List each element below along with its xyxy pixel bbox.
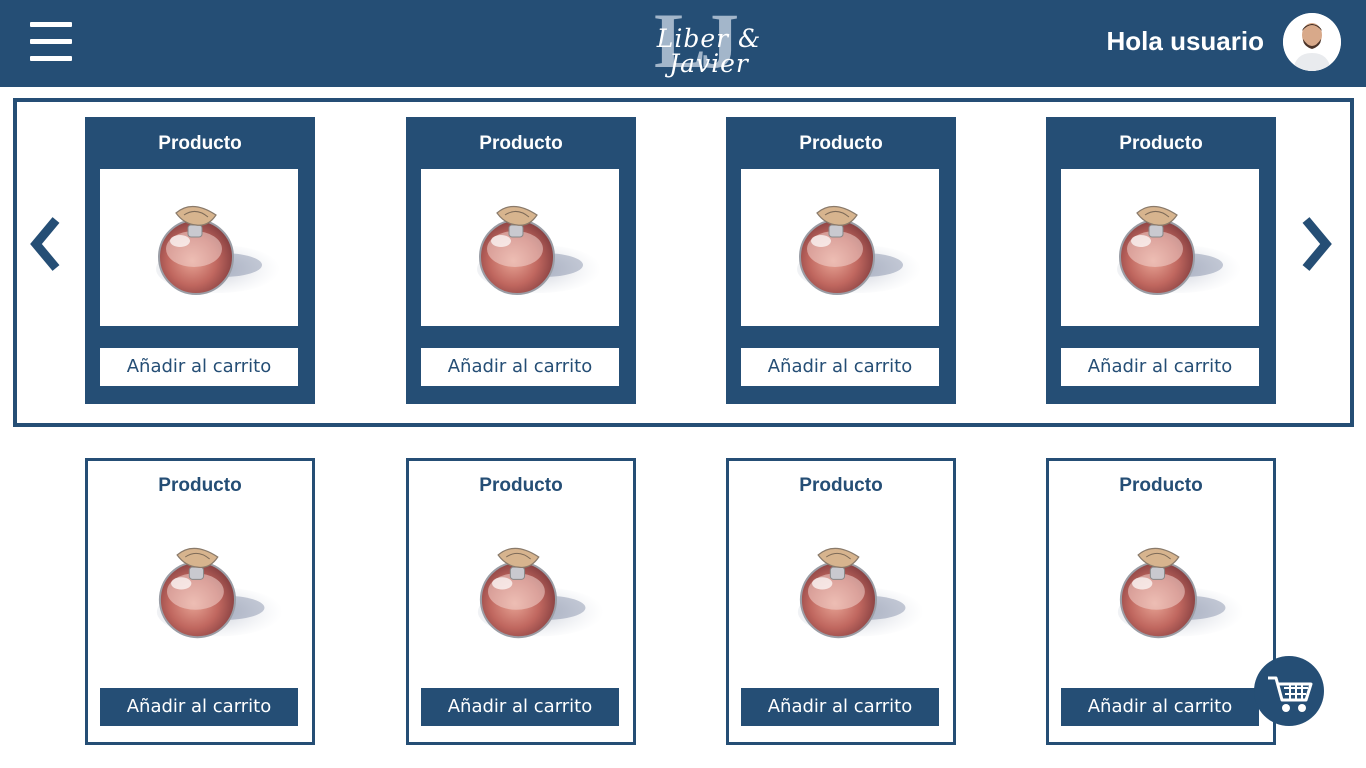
perfume-bottle-image xyxy=(741,169,939,326)
logo-script-text: Liber & Javier xyxy=(656,24,762,78)
product-title: Producto xyxy=(799,133,883,154)
carousel-product-card[interactable]: Producto Añadir al carrito xyxy=(1046,117,1276,404)
product-title: Producto xyxy=(479,133,563,154)
shopping-cart-icon xyxy=(1254,656,1324,726)
product-image[interactable] xyxy=(100,510,301,670)
perfume-bottle-image xyxy=(100,510,301,670)
grid-product-card[interactable]: Producto Añadir al carrito xyxy=(726,458,956,745)
grid-product-card[interactable]: Producto Añadir al carrito xyxy=(1046,458,1276,745)
product-title: Producto xyxy=(1119,475,1203,496)
perfume-bottle-image xyxy=(421,510,622,670)
chevron-right-icon xyxy=(1302,217,1332,271)
add-to-cart-button[interactable]: Añadir al carrito xyxy=(741,348,939,386)
top-bar: LJ Liber & Javier Hola usuario xyxy=(0,0,1366,87)
menu-line xyxy=(30,22,72,27)
add-to-cart-button[interactable]: Añadir al carrito xyxy=(100,348,298,386)
hamburger-menu-icon[interactable] xyxy=(30,22,72,62)
menu-line xyxy=(30,56,72,61)
product-title: Producto xyxy=(158,133,242,154)
add-to-cart-button[interactable]: Añadir al carrito xyxy=(421,688,619,726)
product-image[interactable] xyxy=(1061,169,1259,326)
add-to-cart-button[interactable]: Añadir al carrito xyxy=(1061,688,1259,726)
product-title: Producto xyxy=(1119,133,1203,154)
perfume-bottle-image xyxy=(1061,510,1262,670)
menu-line xyxy=(30,39,72,44)
carousel-next-button[interactable] xyxy=(1296,212,1336,276)
product-title: Producto xyxy=(479,475,563,496)
product-image[interactable] xyxy=(100,169,298,326)
add-to-cart-button[interactable]: Añadir al carrito xyxy=(100,688,298,726)
perfume-bottle-image xyxy=(741,510,942,670)
grid-product-card[interactable]: Producto Añadir al carrito xyxy=(406,458,636,745)
cart-button[interactable] xyxy=(1254,656,1324,726)
user-greeting: Hola usuario xyxy=(1106,26,1264,56)
product-title: Producto xyxy=(158,475,242,496)
product-image[interactable] xyxy=(741,169,939,326)
add-to-cart-button[interactable]: Añadir al carrito xyxy=(421,348,619,386)
add-to-cart-button[interactable]: Añadir al carrito xyxy=(741,688,939,726)
chevron-left-icon xyxy=(30,217,60,271)
product-image[interactable] xyxy=(421,169,619,326)
add-to-cart-button[interactable]: Añadir al carrito xyxy=(1061,348,1259,386)
brand-logo[interactable]: LJ Liber & Javier xyxy=(612,2,802,80)
grid-product-card[interactable]: Producto Añadir al carrito xyxy=(85,458,315,745)
product-image[interactable] xyxy=(741,510,942,670)
carousel-product-card[interactable]: Producto Añadir al carrito xyxy=(85,117,315,404)
carousel-product-card[interactable]: Producto Añadir al carrito xyxy=(726,117,956,404)
carousel-product-card[interactable]: Producto Añadir al carrito xyxy=(406,117,636,404)
product-image[interactable] xyxy=(421,510,622,670)
user-avatar[interactable] xyxy=(1283,13,1341,71)
avatar-icon xyxy=(1283,13,1341,71)
perfume-bottle-image xyxy=(100,169,298,326)
carousel-prev-button[interactable] xyxy=(26,212,66,276)
product-image[interactable] xyxy=(1061,510,1262,670)
perfume-bottle-image xyxy=(1061,169,1259,326)
perfume-bottle-image xyxy=(421,169,619,326)
product-title: Producto xyxy=(799,475,883,496)
